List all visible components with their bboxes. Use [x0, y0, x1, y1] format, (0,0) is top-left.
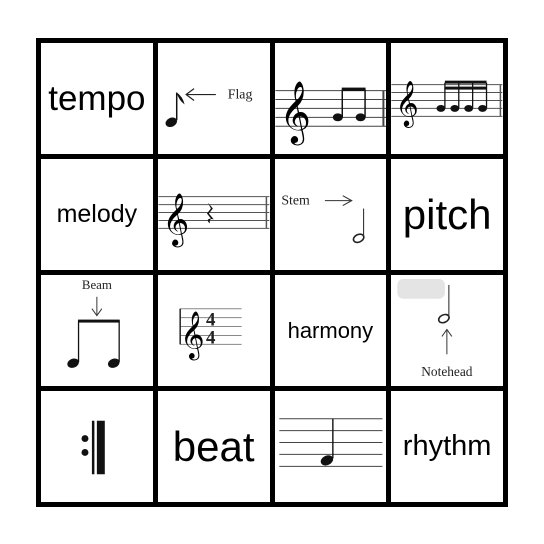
notehead-label: Notehead: [422, 364, 474, 379]
bingo-cell[interactable]: Beam: [41, 275, 153, 386]
treble-staff-two-eighth-notes-icon: 𝄞: [274, 80, 386, 146]
bingo-cell[interactable]: rhythm: [391, 391, 503, 502]
eighth-note-flag-icon: Flag: [165, 88, 253, 128]
bingo-cell[interactable]: [41, 391, 153, 502]
treble-clef-icon: 𝄞: [162, 192, 189, 247]
treble-staff-quarter-rest-icon: 𝄞: [158, 192, 270, 247]
stem-label: Stem: [281, 194, 310, 209]
beamed-eighth-notes-icon: Beam: [67, 278, 120, 368]
time-signature-bottom: 4: [206, 327, 216, 348]
treble-clef-icon: 𝄞: [279, 80, 311, 146]
flag-label: Flag: [228, 88, 253, 103]
bingo-cell[interactable]: harmony: [274, 275, 387, 386]
bingo-cell[interactable]: Flag: [157, 43, 270, 154]
bingo-cell[interactable]: 𝄞 4 4: [157, 275, 270, 386]
treble-clef-icon: 𝄞: [180, 309, 205, 360]
bingo-cell[interactable]: melody: [41, 159, 153, 270]
repeat-sign-icon: [81, 420, 105, 475]
bingo-board: tempo Flag 𝄞 𝄞 melody 𝄞 Stem pitch Beam …: [36, 38, 508, 507]
bingo-cell[interactable]: tempo: [41, 43, 153, 154]
bingo-cell[interactable]: 𝄞: [274, 43, 387, 154]
half-note-stem-icon: Stem: [281, 194, 365, 244]
cell-word: melody: [56, 200, 138, 228]
bingo-cell[interactable]: pitch: [391, 159, 503, 270]
beam-label: Beam: [82, 278, 112, 292]
treble-clef-time-signature-icon: 𝄞 4 4: [179, 308, 242, 360]
cell-word: beat: [172, 422, 255, 470]
bingo-cell[interactable]: 𝄞: [157, 159, 270, 270]
cell-word: harmony: [287, 317, 374, 343]
cell-word: tempo: [48, 78, 146, 118]
staff-quarter-note-icon: [278, 418, 382, 467]
treble-staff-four-sixteenth-notes-icon: 𝄞: [391, 80, 503, 128]
cell-word: pitch: [402, 190, 492, 238]
bingo-cell[interactable]: Notehead: [391, 275, 503, 386]
half-note-notehead-icon: Notehead: [397, 278, 474, 379]
cell-word: rhythm: [402, 430, 492, 462]
bingo-cell[interactable]: beat: [157, 391, 270, 502]
bingo-cell[interactable]: [274, 391, 387, 502]
bingo-cell[interactable]: 𝄞: [391, 43, 503, 154]
treble-clef-icon: 𝄞: [396, 80, 419, 128]
bingo-cell[interactable]: Stem: [274, 159, 387, 270]
